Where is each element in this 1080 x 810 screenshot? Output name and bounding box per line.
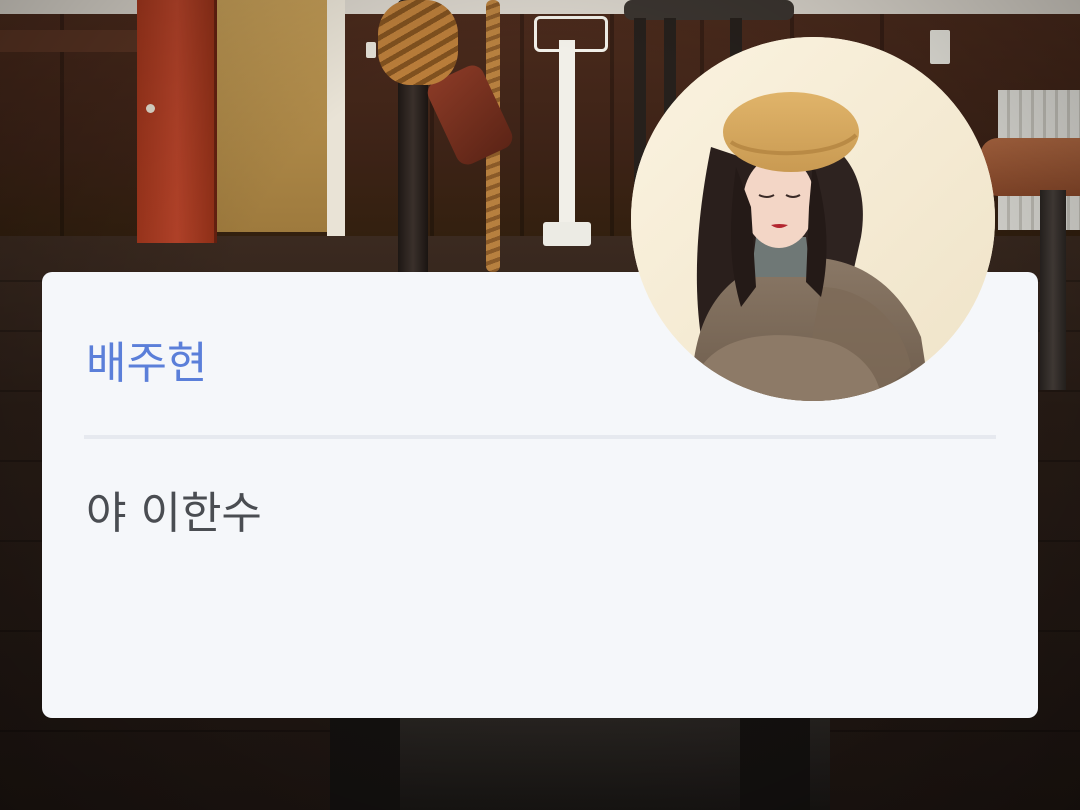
sender-name: 배주현 xyxy=(86,338,208,389)
divider xyxy=(84,435,996,439)
profile-photo-icon xyxy=(631,37,995,401)
message-text: 야 이한수 xyxy=(86,488,262,539)
avatar[interactable] xyxy=(631,37,995,401)
